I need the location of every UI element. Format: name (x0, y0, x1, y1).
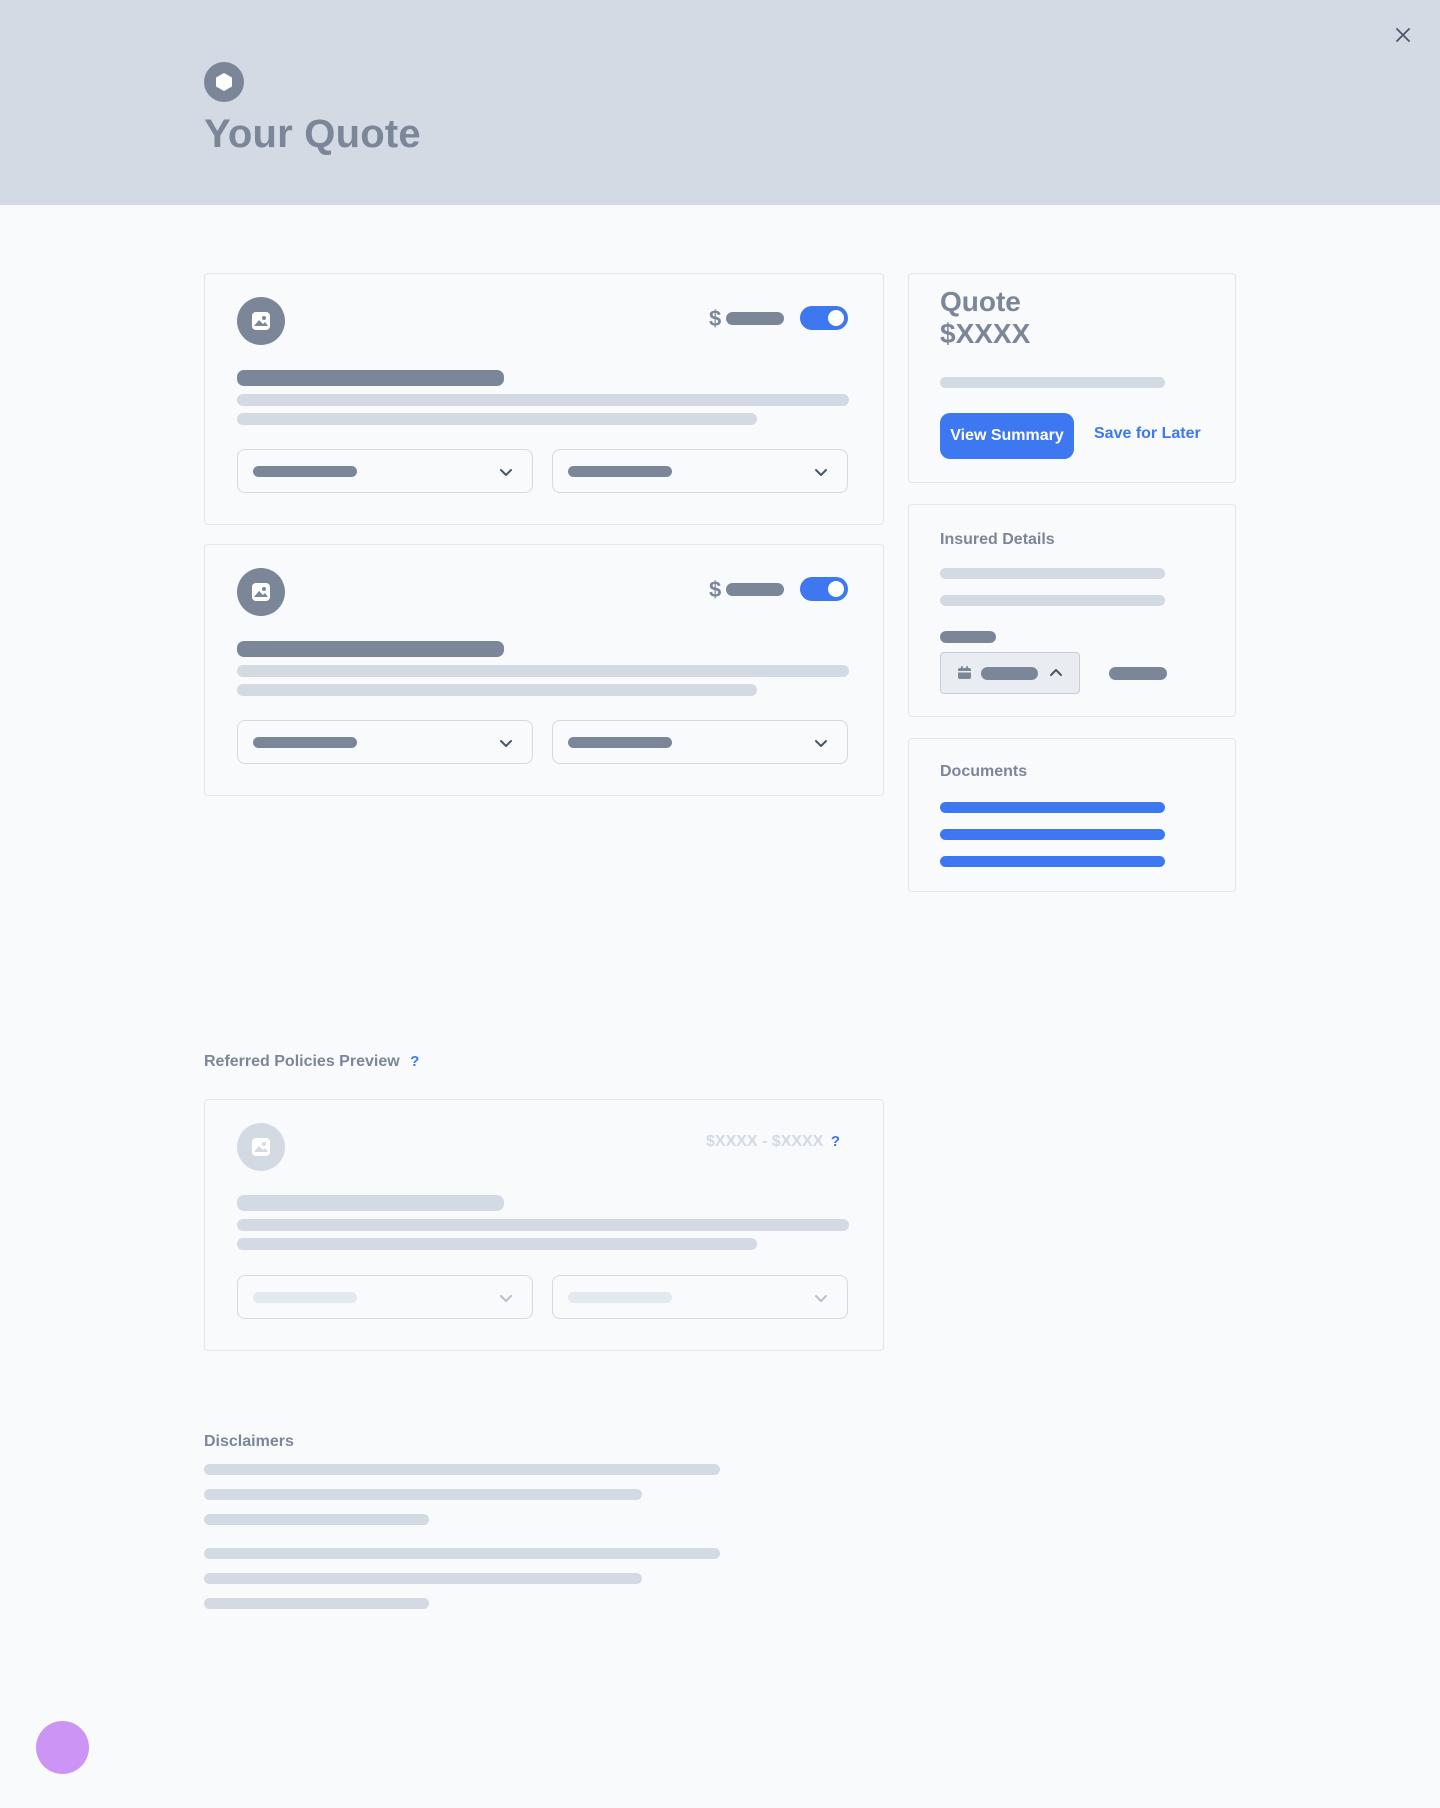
insured-detail-line (940, 568, 1165, 579)
chevron-down-icon (498, 1290, 514, 1306)
select-value-placeholder (253, 466, 357, 477)
close-button[interactable] (1392, 24, 1414, 46)
disclaimer-line (204, 1514, 429, 1525)
disclaimer-line (204, 1573, 642, 1584)
date-value-placeholder (981, 667, 1038, 680)
price-range: $XXXX - $XXXX ? (706, 1133, 840, 1151)
limit-select[interactable] (552, 1275, 848, 1319)
quote-summary-card: Quote $XXXX View Summary Save for Later (908, 273, 1236, 483)
calendar-icon (958, 666, 971, 679)
date-picker[interactable] (940, 652, 1080, 694)
price-range-value: $XXXX - $XXXX (706, 1133, 824, 1150)
floating-action-button[interactable] (36, 1721, 89, 1774)
select-value-placeholder (253, 1292, 357, 1303)
help-icon[interactable]: ? (410, 1053, 419, 1070)
policy-desc-line (237, 1238, 757, 1250)
image-icon (237, 297, 285, 345)
quote-amount: $XXXX (940, 318, 1031, 349)
select-value-placeholder (568, 737, 672, 748)
coverage-select[interactable] (237, 720, 533, 764)
document-link[interactable] (940, 829, 1165, 840)
policy-title-placeholder (237, 1195, 504, 1211)
documents-card: Documents (908, 738, 1236, 892)
documents-title: Documents (940, 763, 1028, 780)
page-title: Your Quote (204, 112, 421, 156)
select-value-placeholder (568, 466, 672, 477)
price-placeholder (726, 583, 784, 596)
insured-details-title: Insured Details (940, 531, 1055, 548)
chevron-up-icon (1050, 669, 1062, 676)
chevron-down-icon (498, 735, 514, 751)
chevron-down-icon (813, 735, 829, 751)
coverage-select[interactable] (237, 1275, 533, 1319)
insured-details-card: Insured Details (908, 504, 1236, 717)
disclaimers-title: Disclaimers (204, 1433, 294, 1450)
policy-card-1: $ (204, 273, 884, 525)
policy-title-placeholder (237, 641, 504, 657)
date-label-placeholder (940, 631, 996, 643)
hexagon-logo-icon (204, 62, 244, 102)
price-placeholder (726, 312, 784, 325)
select-value-placeholder (568, 1292, 672, 1303)
quote-label: Quote (940, 286, 1021, 317)
chevron-down-icon (813, 1290, 829, 1306)
image-icon (237, 568, 285, 616)
policy-desc-line (237, 684, 757, 696)
disclaimer-line (204, 1548, 720, 1559)
policy-toggle[interactable] (800, 306, 848, 330)
limit-select[interactable] (552, 449, 848, 493)
image-icon (237, 1123, 285, 1171)
policy-desc-line (237, 665, 849, 677)
policy-card-2: $ (204, 544, 884, 796)
date-secondary-placeholder (1109, 667, 1167, 680)
disclaimer-line (204, 1489, 642, 1500)
close-icon (1396, 28, 1410, 42)
page-header: Your Quote (0, 0, 1440, 205)
document-link[interactable] (940, 802, 1165, 813)
referred-policies-label: Referred Policies Preview (204, 1053, 400, 1070)
toggle-knob (828, 581, 844, 597)
chevron-down-icon (813, 464, 829, 480)
disclaimer-line (204, 1464, 720, 1475)
limit-select[interactable] (552, 720, 848, 764)
toggle-knob (828, 310, 844, 326)
view-summary-button[interactable]: View Summary (940, 413, 1074, 459)
policy-desc-line (237, 413, 757, 425)
price-symbol: $ (709, 306, 722, 331)
policy-title-placeholder (237, 370, 504, 386)
coverage-select[interactable] (237, 449, 533, 493)
policy-toggle[interactable] (800, 577, 848, 601)
referred-policy-card: $XXXX - $XXXX ? (204, 1099, 884, 1351)
disclaimer-line (204, 1598, 429, 1609)
select-value-placeholder (253, 737, 357, 748)
referred-policies-title: Referred Policies Preview ? (204, 1053, 419, 1071)
chevron-down-icon (498, 464, 514, 480)
insured-detail-line (940, 595, 1165, 606)
document-link[interactable] (940, 856, 1165, 867)
help-icon[interactable]: ? (831, 1133, 840, 1150)
save-for-later-button[interactable]: Save for Later (1094, 425, 1201, 443)
policy-desc-line (237, 1219, 849, 1231)
policy-desc-line (237, 394, 849, 406)
quote-detail-line (940, 377, 1165, 388)
price-symbol: $ (709, 577, 722, 602)
